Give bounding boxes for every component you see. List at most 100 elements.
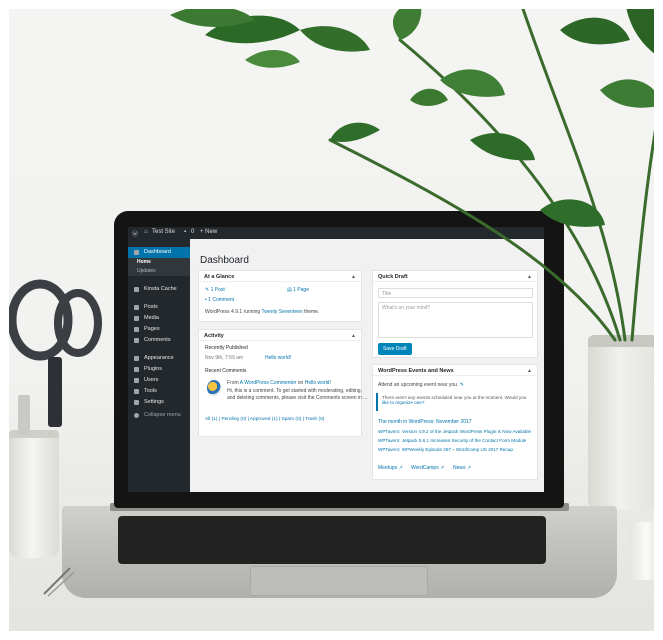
sidebar-item-comments[interactable]: Comments — [128, 335, 190, 346]
home-icon: ⌂ — [144, 229, 148, 235]
toggle-arrow-icon[interactable]: ▲ — [351, 333, 356, 339]
posts-count-link[interactable]: ✎ 1 Post — [205, 287, 225, 293]
comment-excerpt-line-1: Hi, this is a comment. To get started wi… — [227, 388, 362, 394]
comment-excerpt-line-2: and deleting comments, please visit the … — [227, 395, 368, 401]
settings-icon — [134, 400, 139, 405]
organize-link[interactable]: like to organize one? — [382, 400, 532, 405]
comment-author-link[interactable]: A WordPress Commenter — [240, 380, 297, 386]
pages-count: 1 Page — [293, 287, 309, 293]
wrench-icon — [134, 389, 139, 394]
events-news-box: WordPress Events and News ▲ Attend an up… — [372, 364, 538, 480]
box-title: Quick Draft — [378, 274, 408, 280]
sidebar-item-settings[interactable]: Settings — [128, 397, 190, 408]
box-header[interactable]: At a Glance ▲ — [199, 271, 361, 282]
comments-count-link[interactable]: ▪ 1 Comment — [205, 297, 234, 303]
sidebar-item-tools[interactable]: Tools — [128, 386, 190, 397]
toggle-arrow-icon[interactable]: ▲ — [527, 274, 532, 280]
media-icon — [134, 316, 139, 321]
sidebar-item-label: Collapse menu — [144, 412, 181, 418]
box-header[interactable]: Activity ▲ — [199, 330, 361, 341]
page-title: Dashboard — [200, 255, 249, 266]
sidebar-item-pages[interactable]: Pages — [128, 324, 190, 335]
at-a-glance-box: At a Glance ▲ ✎ 1 Post ▤ 1 Page ▪ 1 Comm… — [198, 270, 362, 322]
photo-scene: ⓦ ⌂ Test Site ▪ 0 + New Dashboard Home U… — [0, 0, 663, 640]
draft-title-input[interactable]: Title — [378, 288, 533, 298]
comment-post-link[interactable]: Hello world! — [305, 380, 331, 386]
news-link[interactable]: The month in WordPress: November 2017 — [378, 419, 472, 425]
post-link[interactable]: Hello world! — [265, 355, 291, 361]
scissors — [7, 279, 102, 435]
box-title: WordPress Events and News — [378, 368, 454, 374]
attend-event-text: Attend an upcoming event near you. ✎ — [378, 382, 464, 388]
news-link[interactable]: WPTavern: WPWeekly Episode 297 – WordCam… — [378, 447, 513, 452]
toggle-arrow-icon[interactable]: ▲ — [527, 368, 532, 374]
news-label: News — [453, 465, 466, 471]
meetups-link[interactable]: Meetups ↗ — [378, 465, 403, 471]
laptop-screen: ⓦ ⌂ Test Site ▪ 0 + New Dashboard Home U… — [128, 227, 544, 492]
toggle-arrow-icon[interactable]: ▲ — [351, 274, 356, 280]
theme-link[interactable]: Twenty Seventeen — [262, 309, 303, 315]
comment-filter-links[interactable]: All (1) | Pending (0) | Approved (1) | S… — [205, 417, 324, 422]
comment-icon: ▪ — [184, 229, 187, 235]
version-text: WordPress 4.9.1 running Twenty Seventeen… — [205, 309, 319, 315]
sidebar-subitem-home[interactable]: Home — [128, 258, 190, 267]
comments-count[interactable]: 0 — [191, 229, 194, 235]
commenter-avatar — [207, 380, 221, 396]
sidebar-item-label: Settings — [144, 399, 164, 405]
wordpress-logo-icon[interactable]: ⓦ — [132, 229, 138, 238]
admin-sidebar: Dashboard Home Updates Kinsta Cache Post… — [128, 239, 190, 492]
box-title: Activity — [204, 333, 224, 339]
sidebar-item-media[interactable]: Media — [128, 313, 190, 324]
meetups-label: Meetups — [378, 465, 398, 471]
dashboard-icon — [134, 250, 139, 255]
sidebar-item-label: Dashboard — [144, 249, 171, 255]
comment-on: on — [297, 380, 304, 386]
binder-clip — [43, 567, 75, 597]
sidebar-item-label: Appearance — [144, 355, 174, 361]
attend-text: Attend an upcoming event near you. — [378, 382, 459, 388]
main-content: Dashboard At a Glance ▲ ✎ 1 Post ▤ 1 Pag… — [190, 239, 544, 492]
box-header[interactable]: Quick Draft ▲ — [373, 271, 537, 282]
activity-box: Activity ▲ Recently Published Nov 9th, 7… — [198, 329, 367, 437]
admin-bar: ⓦ ⌂ Test Site ▪ 0 + New — [128, 227, 544, 239]
page-icon — [134, 327, 139, 332]
news-footer-link[interactable]: News ↗ — [453, 465, 471, 471]
save-draft-button[interactable]: Save Draft — [378, 343, 412, 355]
version-prefix: WordPress 4.9.1 running — [205, 309, 261, 315]
sidebar-item-posts[interactable]: Posts — [128, 302, 190, 313]
comment-from: From — [227, 380, 239, 386]
sidebar-item-label: Plugins — [144, 366, 163, 372]
glass-jar — [630, 522, 663, 580]
wordcamps-label: WordCamps — [411, 465, 439, 471]
sidebar-item-kinsta-cache[interactable]: Kinsta Cache — [128, 284, 190, 295]
draft-content-textarea[interactable]: What's on your mind? — [378, 302, 533, 338]
news-link[interactable]: WPTavern: Version 4.9.2 of the Jetpack W… — [378, 429, 531, 434]
sidebar-subitem-updates[interactable]: Updates — [128, 267, 190, 276]
edit-location-icon[interactable]: ✎ — [460, 382, 464, 388]
user-icon — [134, 378, 139, 383]
version-suffix: theme. — [304, 309, 320, 315]
box-header[interactable]: WordPress Events and News ▲ — [373, 365, 537, 376]
pages-count-link[interactable]: ▤ 1 Page — [287, 287, 309, 293]
plant-pot — [588, 335, 663, 510]
sidebar-item-plugins[interactable]: Plugins — [128, 364, 190, 375]
sidebar-item-label: Posts — [144, 304, 158, 310]
wordcamps-link[interactable]: WordCamps ↗ — [411, 465, 444, 471]
news-link[interactable]: WPTavern: Jetpack 5.6.1 Increases Securi… — [378, 438, 526, 443]
sidebar-item-collapse-menu[interactable]: Collapse menu — [128, 410, 190, 421]
posts-count: 1 Post — [210, 287, 225, 293]
brush-icon — [134, 356, 139, 361]
laptop-keyboard — [118, 516, 546, 564]
new-content-link[interactable]: + New — [200, 229, 217, 235]
sidebar-item-users[interactable]: Users — [128, 375, 190, 386]
pin-icon — [134, 305, 139, 310]
comments-count-text: 1 Comment — [208, 297, 235, 303]
quick-draft-box: Quick Draft ▲ Title What's on your mind?… — [372, 270, 538, 358]
publish-date: Nov 9th, 7:59 am — [205, 355, 244, 361]
comment-meta: From A WordPress Commenter on Hello worl… — [227, 380, 331, 386]
sidebar-item-appearance[interactable]: Appearance — [128, 353, 190, 364]
sidebar-item-dashboard[interactable]: Dashboard — [128, 247, 190, 258]
events-notice: There aren't any events scheduled near y… — [376, 393, 536, 411]
site-name-link[interactable]: Test Site — [152, 229, 175, 235]
box-title: At a Glance — [204, 274, 235, 280]
